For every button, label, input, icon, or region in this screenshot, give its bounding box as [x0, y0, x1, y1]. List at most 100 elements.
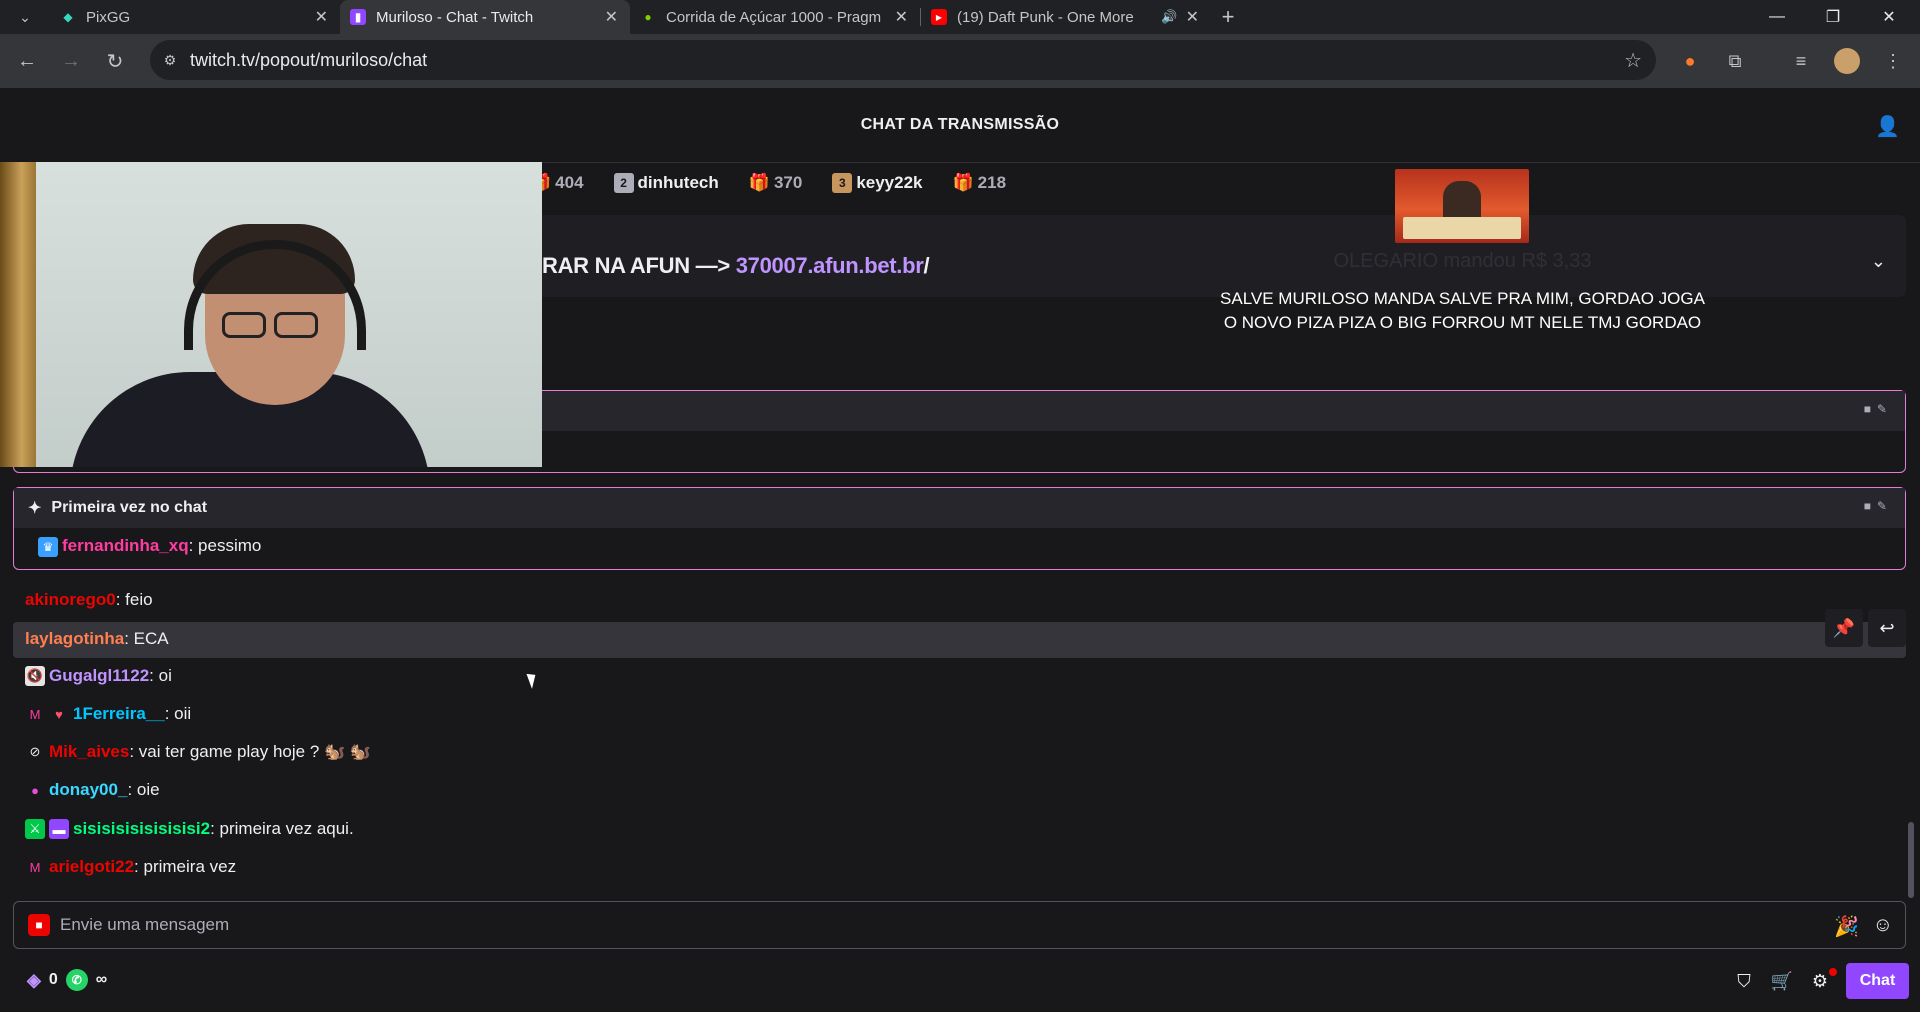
no-video-badge-icon[interactable]: ⊘ [25, 742, 45, 762]
chat-message-text: oie [136, 780, 160, 799]
site-info-icon[interactable]: ⚙ [150, 52, 190, 69]
forward-icon[interactable]: → [49, 39, 93, 83]
leaderboard-entry[interactable]: 2 dinhutech [613, 173, 719, 193]
chat-username[interactable]: akinorego0 [25, 590, 116, 610]
close-tab-icon[interactable]: ✕ [315, 7, 328, 27]
chat-message-text: ECA [133, 629, 169, 648]
channel-points-count: 0 [48, 971, 58, 988]
chat-message-input[interactable] [60, 915, 1760, 935]
chat-message-text: oi [158, 666, 172, 685]
glasses-icon [222, 312, 328, 338]
highlight-tools-icon[interactable]: ■✎ [1864, 402, 1893, 416]
community-users-icon[interactable]: 👤 [1875, 114, 1900, 139]
chat-line[interactable]: M arielgoti22: primeira vez [25, 854, 237, 880]
gift-leaderboard: 🎁 404 2 dinhutech 🎁 370 3 keyy22k 🎁 218 [530, 170, 1024, 196]
chat-message-text: primeira vez [143, 857, 237, 876]
reply-icon[interactable]: ↩ [1868, 609, 1906, 647]
rank-medal-icon: 2 [613, 173, 634, 193]
chat-line[interactable]: akinorego0: feio [25, 587, 153, 613]
chat-line[interactable]: laylagotinha: ECA [25, 626, 169, 652]
donation-alert-message: SALVE MURILOSO MANDA SALVE PRA MIM, GORD… [1220, 289, 1705, 332]
chevron-down-icon[interactable]: ⌄ [1871, 251, 1886, 272]
emote-picker-icon[interactable]: ☺ [1873, 914, 1893, 937]
twitch-favicon-icon: ▮ [350, 9, 366, 25]
restore-icon[interactable]: ❐ [1810, 0, 1856, 34]
close-tab-icon[interactable]: ✕ [605, 7, 618, 27]
reload-icon[interactable]: ↻ [93, 39, 137, 83]
audio-playing-icon[interactable]: 🔊 [1161, 9, 1177, 25]
chat-username[interactable]: fernandinha_xq [62, 536, 189, 555]
tab-search-button[interactable]: ⌄ [0, 0, 50, 34]
leaderboard-user[interactable]: dinhutech [638, 173, 719, 193]
first-time-chat-box: ✦ Primeira vez no chat ■✎ ♛ fernandinha_x… [13, 487, 1906, 570]
sparkle-icon: ✦ [28, 500, 42, 517]
chat-username[interactable]: sisisisisisisisisi2 [73, 819, 210, 839]
chat-username[interactable]: donay00_ [49, 780, 127, 800]
close-tab-icon[interactable]: ✕ [1186, 7, 1199, 27]
close-window-icon[interactable]: ✕ [1866, 0, 1912, 34]
tab-muriloso-chat[interactable]: ▮ Muriloso - Chat - Twitch ✕ [340, 0, 630, 34]
shield-icon[interactable]: ⛉ [1731, 968, 1757, 994]
chat-line[interactable]: M ♥ 1Ferreira__: oii [25, 701, 192, 727]
first-time-label: Primeira vez no chat [51, 499, 208, 516]
crown-badge-icon[interactable]: ♛ [38, 536, 58, 557]
browser-menu-icon[interactable]: ⋮ [1876, 44, 1910, 78]
whatsapp-icon[interactable]: ✆ [65, 969, 88, 991]
address-bar[interactable]: ⚙ twitch.tv/popout/muriloso/chat ☆ [150, 40, 1656, 80]
first-time-message: ♛ fernandinha_xq: pessimo [14, 528, 1905, 565]
chat-username[interactable]: 1Ferreira__ [73, 704, 165, 724]
chat-send-button[interactable]: Chat [1846, 963, 1909, 999]
leaderboard-count: 370 [773, 173, 803, 192]
leaderboard-user[interactable]: keyy22k [856, 173, 922, 193]
gift-icon: 🎁 [748, 173, 770, 192]
m-badge-icon[interactable]: M [25, 857, 45, 877]
streamer-webcam [0, 162, 542, 467]
chat-scrollbar[interactable] [1908, 822, 1914, 898]
chat-message-text: oii [174, 704, 192, 723]
mute-badge-icon[interactable]: 🔇 [25, 666, 45, 686]
chat-line[interactable]: ● donay00_: oie [25, 777, 160, 803]
chat-header-title: CHAT DA TRANSMISSÃO [860, 116, 1060, 133]
chat-header: CHAT DA TRANSMISSÃO 👤 [0, 88, 1920, 163]
chat-line[interactable]: ⚔ ▬ sisisisisisisisisi2: primeira vez aq… [25, 816, 354, 842]
back-icon[interactable]: ← [5, 39, 49, 83]
chat-username[interactable]: laylagotinha [25, 629, 124, 649]
chat-message-text: pessimo [198, 536, 262, 555]
tab-pixgg[interactable]: ◆ PixGG ✕ [50, 0, 340, 34]
party-popper-icon[interactable]: 🎉 [1834, 914, 1859, 939]
profile-avatar[interactable] [1830, 44, 1864, 78]
tab-corrida-acucar[interactable]: ● Corrida de Açúcar 1000 - Pragm ✕ [630, 0, 920, 34]
heart-badge-icon[interactable]: ♥ [49, 704, 69, 724]
chat-username[interactable]: Gugalgl1122 [49, 666, 149, 686]
donation-alert-title: OLEGARIO mandou R$ 3,33 [1333, 250, 1592, 272]
tab-daft-punk[interactable]: ▶ (19) Daft Punk - One More 🔊 ✕ [921, 0, 1211, 34]
extensions-puzzle-icon[interactable]: ⧉ [1718, 44, 1752, 78]
camera-badge-icon[interactable]: ■ [28, 914, 50, 936]
close-tab-icon[interactable]: ✕ [895, 7, 908, 27]
url-text[interactable]: twitch.tv/popout/muriloso/chat [190, 50, 427, 71]
chat-line[interactable]: ⊘ Mik_aives: vai ter game play hoje ? 🐿️… [25, 739, 372, 765]
pinned-link[interactable]: 370007.afun.bet.br [736, 253, 924, 278]
chat-username[interactable]: arielgoti22 [49, 857, 134, 877]
pin-message-icon[interactable]: 📌 [1825, 609, 1863, 647]
highlight-tools-icon[interactable]: ■✎ [1864, 499, 1893, 513]
chat-bottom-bar: ◈ 0 ✆ ∞ ⛉ 🛒 ⚙ Chat [0, 960, 1920, 1000]
bookmark-star-icon[interactable]: ☆ [1624, 48, 1642, 73]
gift-cart-icon[interactable]: 🛒 [1769, 968, 1795, 994]
drop-badge-icon[interactable]: ● [25, 780, 45, 800]
leaderboard-entry[interactable]: 3 keyy22k [832, 173, 923, 193]
sub-badge-icon[interactable]: ▬ [49, 819, 69, 839]
pixgg-favicon-icon: ◆ [63, 10, 73, 24]
extension-icon[interactable]: ● [1673, 44, 1707, 78]
alert-desk [1403, 217, 1521, 239]
chat-username[interactable]: Mik_aives [49, 742, 129, 762]
chat-input-box[interactable]: ■ 🎉 ☺ [13, 901, 1906, 949]
chat-line[interactable]: 🔇 Gugalgl1122: oi [25, 663, 172, 689]
sword-badge-icon[interactable]: ⚔ [25, 819, 45, 839]
channel-points[interactable]: ◈ 0 ✆ ∞ [27, 969, 107, 991]
minimize-icon[interactable]: — [1754, 0, 1800, 34]
new-tab-button[interactable]: + [1211, 4, 1245, 30]
infinity-counter: ∞ [95, 971, 108, 988]
media-control-icon[interactable]: ≡ [1784, 44, 1818, 78]
m-badge-icon[interactable]: M [25, 704, 45, 724]
